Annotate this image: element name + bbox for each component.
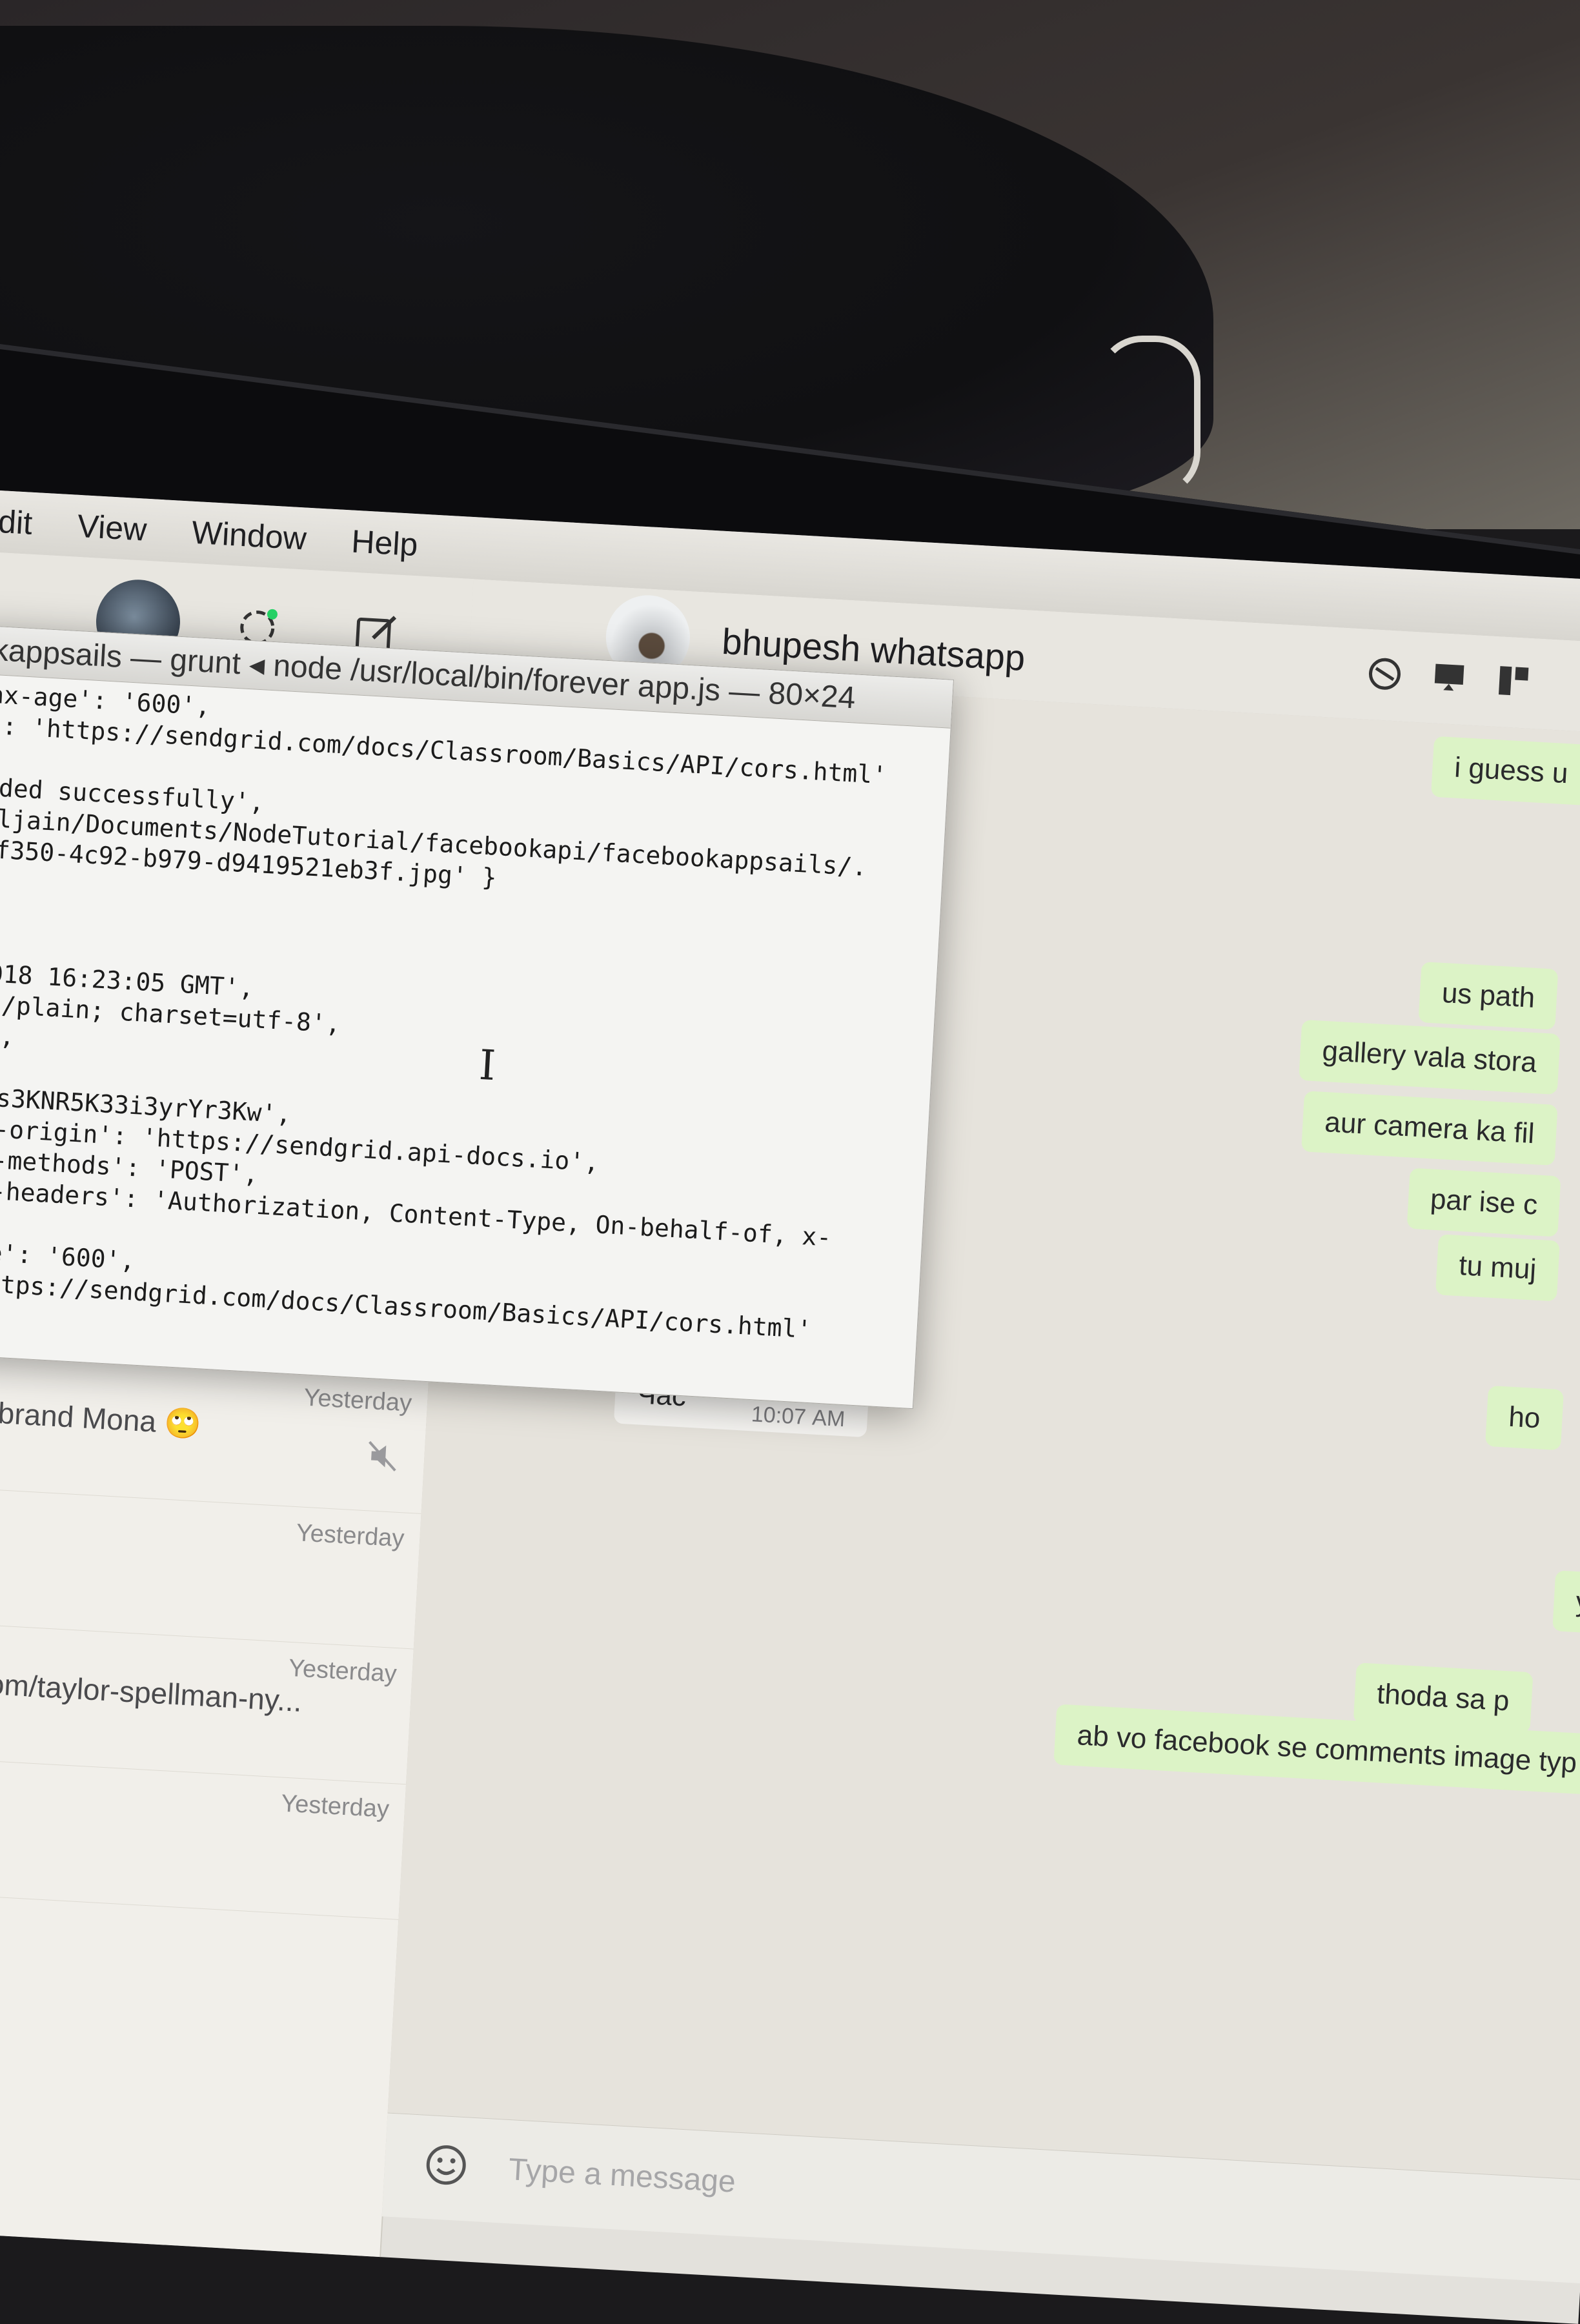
message-bubble: gallery vala stora xyxy=(1299,1019,1561,1095)
message-bubble: y xyxy=(1552,1570,1580,1635)
menu-view[interactable]: View xyxy=(76,507,148,549)
emoji-icon[interactable] xyxy=(422,2141,470,2189)
chat-list-item[interactable]: Yesterday ce.com/taylor-spellman-ny... xyxy=(0,1622,414,1785)
chat-preview: the brand Mona 🙄 xyxy=(0,1393,203,1441)
backpack-strap-clip xyxy=(1097,336,1200,497)
terminal-window[interactable]: kappsails — grunt ◂ node /usr/local/bin/… xyxy=(0,624,954,1410)
message-bubble: i guess u xyxy=(1430,736,1580,806)
muted-icon xyxy=(369,1440,396,1471)
chat-list-item[interactable]: Yesterday xyxy=(0,1757,407,1920)
message-bubble: tu muj xyxy=(1435,1234,1560,1302)
message-time: 10:07 AM xyxy=(750,1402,846,1432)
message-bubble: aur camera ka fil xyxy=(1301,1091,1558,1166)
chat-preview: ce.com/taylor-spellman-ny... xyxy=(0,1664,303,1718)
panels-icon[interactable] xyxy=(1495,662,1533,700)
menu-window[interactable]: Window xyxy=(191,514,308,558)
chat-list-item[interactable]: Yesterday xyxy=(0,1486,421,1650)
laptop-screen: dit View Window Help Yesterday the brand… xyxy=(0,490,1580,2324)
status-menu-icon[interactable] xyxy=(1366,655,1404,693)
text-cursor-icon: I xyxy=(478,1041,497,1091)
message-bubble: ho xyxy=(1484,1385,1564,1451)
screen-share-icon[interactable] xyxy=(1430,658,1468,696)
terminal-output[interactable]: ax-age': '600', ': 'https://sendgrid.com… xyxy=(0,673,951,1351)
chat-time: Yesterday xyxy=(303,1384,413,1417)
chat-time: Yesterday xyxy=(288,1654,398,1688)
chat-time: Yesterday xyxy=(280,1790,390,1823)
menu-help[interactable]: Help xyxy=(350,523,419,564)
message-bubble: par ise c xyxy=(1406,1167,1561,1237)
menu-edit[interactable]: dit xyxy=(0,503,34,542)
message-bubble: us path xyxy=(1418,962,1559,1030)
chat-time: Yesterday xyxy=(295,1519,405,1553)
